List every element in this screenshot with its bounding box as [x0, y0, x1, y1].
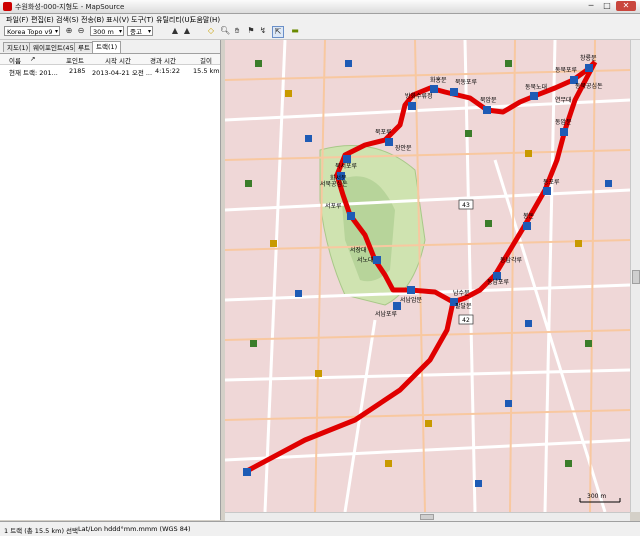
left-panel: 지도(1) 웨이포인트(45) 루트 트랙(1) 이름 ↗ 포인트 시작 시간 …	[0, 40, 221, 520]
detail-select[interactable]: 중고 ▾	[127, 26, 153, 36]
map-label: 화홍문	[430, 76, 447, 84]
highway-shield-42: 42	[458, 314, 474, 325]
zoom-scale-select[interactable]: 300 m ▾	[90, 26, 124, 36]
map-label: 북포루	[375, 129, 392, 136]
map-label: 동남각루	[500, 256, 523, 264]
zoom-in-icon[interactable]: ⊕	[64, 26, 74, 36]
horizontal-scrollbar[interactable]	[225, 512, 630, 521]
map-label: 서장대	[350, 246, 367, 254]
waypoint-flags	[243, 64, 593, 476]
tab-maps[interactable]: 지도(1)	[3, 42, 33, 52]
col-start-time[interactable]: 시작 시간	[105, 55, 131, 65]
map-label: 동북공심돈	[575, 82, 603, 90]
map-label: 동남포루	[487, 278, 510, 286]
col-points[interactable]: 포인트	[66, 55, 84, 65]
menu-bar: 파일(F) 편집(E) 검색(S) 전송(B) 표시(V) 도구(T) 유틸리티…	[0, 14, 640, 24]
map-label: 동암문	[555, 118, 572, 126]
tab-waypoints[interactable]: 웨이포인트(45)	[29, 42, 81, 52]
highway-shield-43: 43	[458, 199, 474, 210]
table-row[interactable]: 현재 트랙: 201... 2185 2013-04-21 오전 ... 4:1…	[0, 66, 220, 77]
cursor-icon[interactable]: ⇱	[272, 26, 284, 38]
map-label: 서노대	[357, 256, 374, 264]
chevron-down-icon: ▾	[118, 28, 122, 35]
track-length: 15.5 km	[193, 67, 220, 75]
zoom-scale-value: 300 m	[93, 28, 114, 36]
scroll-thumb[interactable]	[632, 270, 640, 284]
map-label: 장안문	[395, 144, 412, 152]
tab-strip: 지도(1) 웨이포인트(45) 루트 트랙(1)	[0, 40, 220, 54]
shield-label: 42	[462, 317, 470, 324]
track-name: 현재 트랙: 201...	[9, 69, 58, 77]
col-name[interactable]: 이름	[9, 55, 21, 65]
map-label: 남수문	[453, 289, 470, 297]
map-label: 북서포루	[335, 162, 358, 170]
zoom-out-icon[interactable]: ⊖	[76, 26, 86, 36]
track-elapsed: 4:15:22	[155, 67, 181, 75]
tab-routes[interactable]: 루트	[74, 42, 94, 52]
track-start: 2013-04-21 오전 ...	[92, 69, 153, 77]
toolbar: Korea Topo v9 ▾ ⊕ ⊖ 300 m ▾ 중고 ▾ ▲ ▲ ◇ 🔍︎ ✋…	[0, 24, 640, 40]
map-label: 팔달문	[455, 302, 472, 310]
zoom-tool-icon[interactable]: 🔍︎	[220, 26, 230, 36]
chevron-down-icon: ▾	[54, 28, 58, 35]
selection-status: 1 트랙 (총 15.5 km) 선택	[4, 527, 79, 535]
map-label: 동북노대	[525, 83, 547, 91]
close-button[interactable]: ✕	[616, 1, 636, 11]
map-label: 창룡문	[580, 54, 597, 62]
map-label: 동포루	[543, 179, 560, 186]
col-elapsed[interactable]: 경과 시간	[150, 55, 176, 65]
detail-value: 중고	[130, 28, 142, 36]
receive-icon[interactable]: ▲	[182, 26, 192, 36]
route-tool-icon[interactable]: ↯	[258, 26, 268, 36]
col-length[interactable]: 길이	[200, 55, 212, 65]
map-label: 서남포루	[375, 310, 398, 318]
app-icon	[3, 2, 12, 11]
map-canvas: 북서포루 북포루 방화수류정 화홍문 북동포루 북암문 동북노대 동북포루 창룡…	[225, 40, 630, 512]
vertical-scrollbar[interactable]	[630, 40, 640, 512]
map-label: 서포루	[325, 202, 342, 210]
distance-icon[interactable]: ▬	[290, 26, 300, 36]
pan-tool-icon[interactable]: ✋︎	[232, 26, 242, 36]
gps-device-icon[interactable]: ▲	[170, 26, 180, 36]
select-tool-icon[interactable]: ◇	[206, 26, 216, 36]
coordinate-format: Lat/Lon hddd°mm.mmm (WGS 84)	[78, 525, 191, 533]
title-bar: 수원화성-000-지형도 - MapSource ─ □ ✕	[0, 0, 640, 14]
map-label: 연무대	[555, 96, 572, 104]
map-label: 서남암문	[400, 296, 423, 304]
map-label: 화서문	[330, 174, 347, 182]
waypoint-tool-icon[interactable]: ⚑	[246, 26, 256, 36]
map-label: 동북포루	[555, 67, 578, 74]
sort-icon: ↗	[30, 55, 36, 63]
maximize-button[interactable]: □	[600, 1, 614, 11]
map-product-select[interactable]: Korea Topo v9 ▾	[4, 26, 60, 36]
scroll-thumb[interactable]	[420, 514, 434, 520]
map-label: 북동포루	[455, 79, 478, 86]
minimize-button[interactable]: ─	[584, 1, 598, 11]
status-bar: 1 트랙 (총 15.5 km) 선택 Lat/Lon hddd°mm.mmm …	[0, 521, 640, 536]
chevron-down-icon: ▾	[147, 28, 151, 35]
shield-label: 43	[462, 202, 470, 209]
map-label: 북암문	[480, 96, 497, 104]
map-label: 방화수류정	[405, 92, 433, 100]
scale-label: 300 m	[587, 493, 606, 500]
tab-tracks[interactable]: 트랙(1)	[92, 41, 122, 53]
track-points: 2185	[69, 67, 86, 75]
map-label: 봉돈	[523, 212, 535, 220]
window-title: 수원화성-000-지형도 - MapSource	[15, 3, 125, 11]
map-product-value: Korea Topo v9	[7, 28, 53, 36]
map-view[interactable]: 북서포루 북포루 방화수류정 화홍문 북동포루 북암문 동북노대 동북포루 창룡…	[225, 40, 630, 512]
table-header: 이름 ↗ 포인트 시작 시간 경과 시간 길이	[0, 54, 220, 65]
